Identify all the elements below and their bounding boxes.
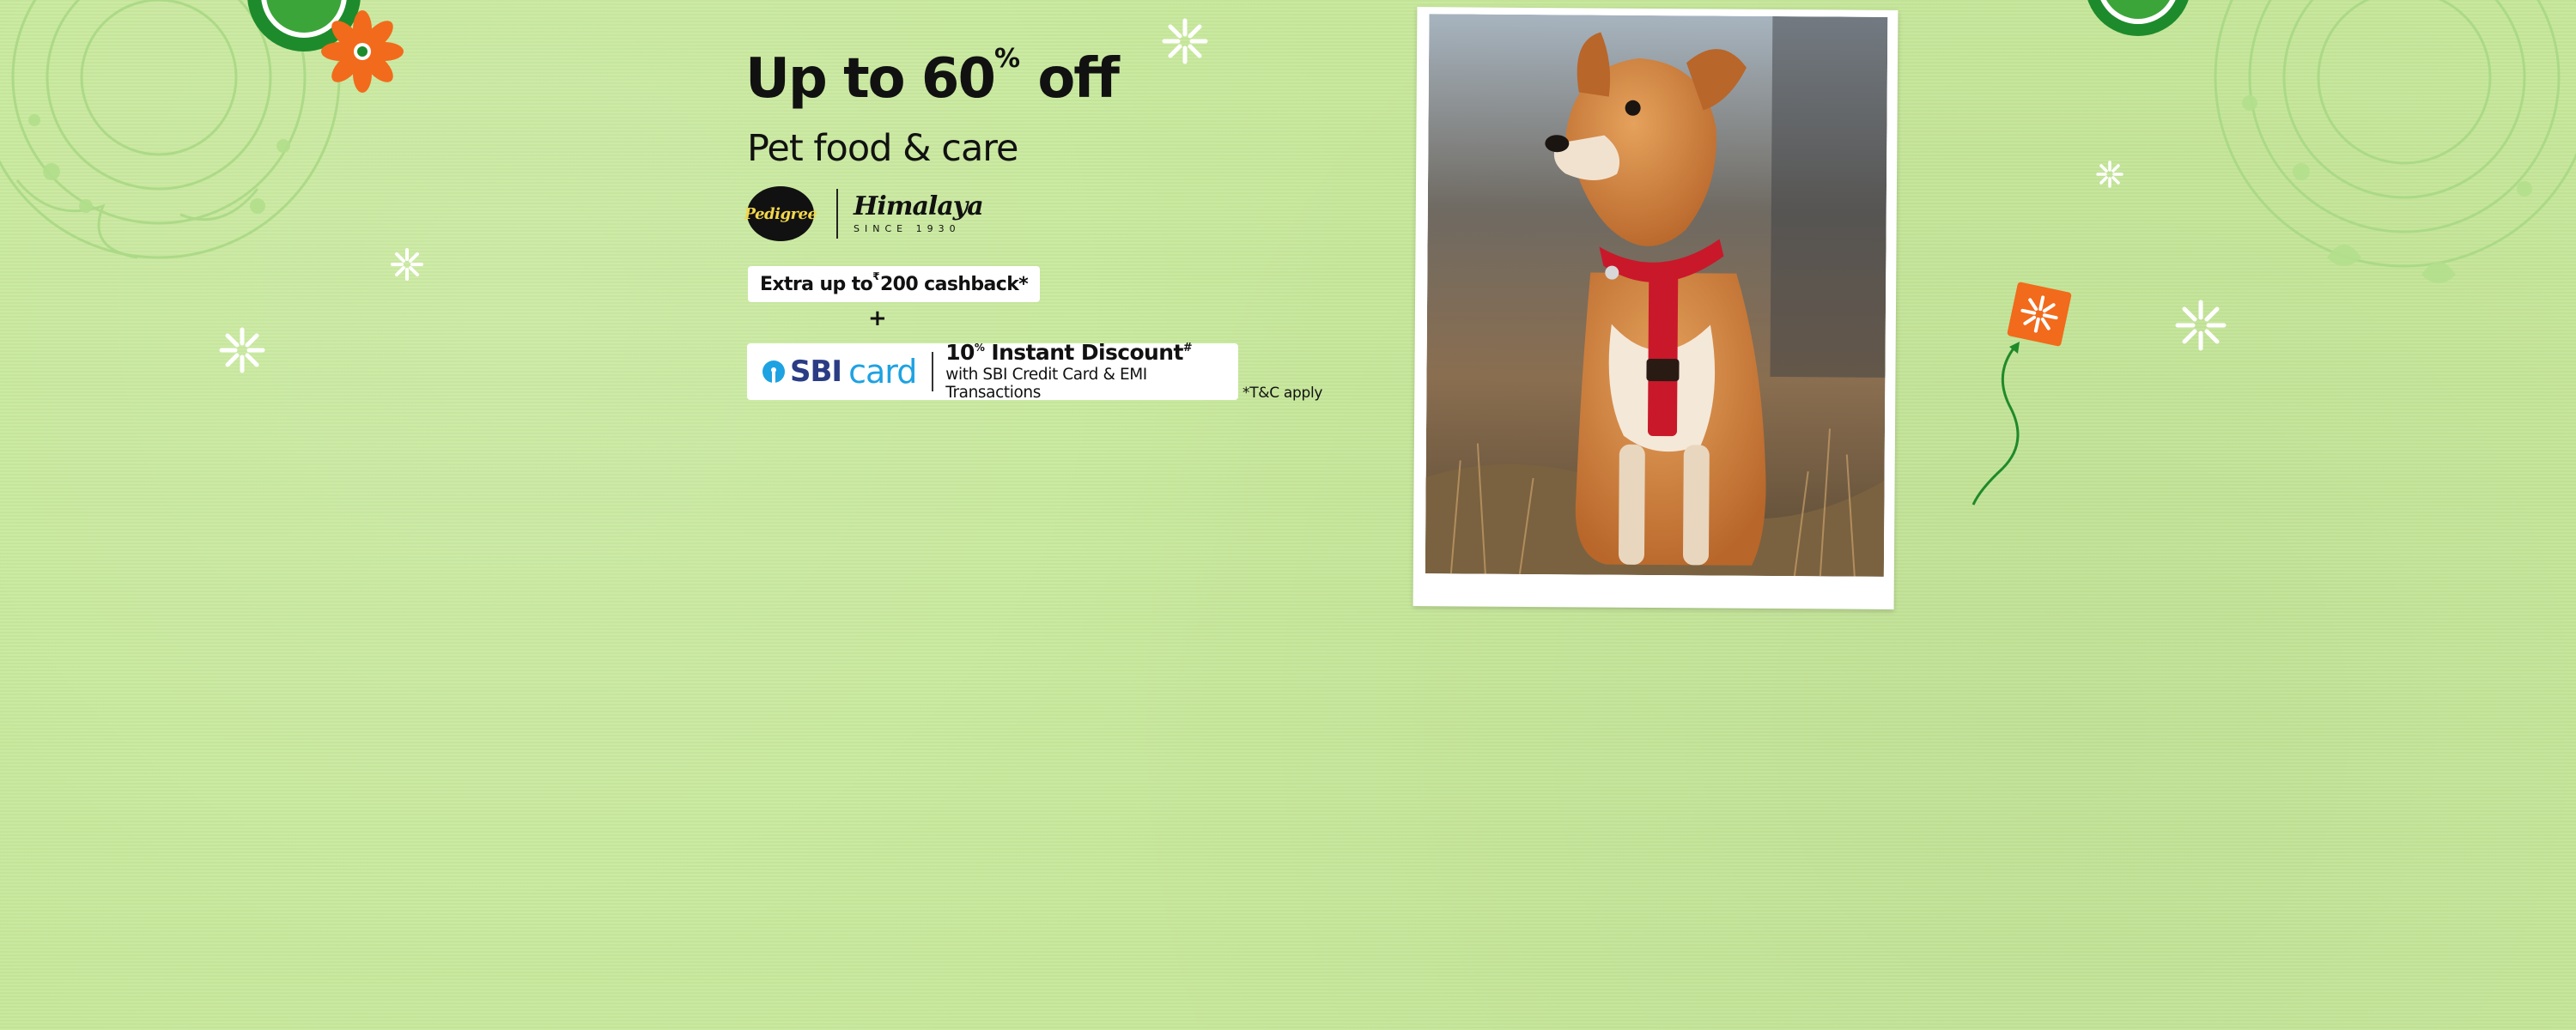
himalaya-logo[interactable]: Himalaya SINCE 1930 (854, 191, 984, 234)
rupee-symbol: ₹ (872, 270, 879, 282)
headline: Up to 60% off (745, 46, 1120, 107)
mandala-right-icon (2214, 0, 2576, 283)
himalaya-logo-text: Himalaya (854, 191, 984, 221)
subtitle: Pet food & care (747, 127, 1018, 170)
flower-icon (321, 10, 404, 93)
pedigree-logo[interactable]: Pedigree (744, 186, 817, 241)
sparkle-icon (391, 248, 423, 281)
discount-value: 10 (945, 339, 975, 365)
pedigree-logo-text: Pedigree (744, 204, 817, 223)
headline-off: off (1020, 47, 1120, 111)
terms-note: *T&C apply (1242, 385, 1323, 402)
sparkle-icon (1162, 18, 1208, 64)
discount-mark: # (1182, 341, 1193, 354)
sparkle-icon (2096, 161, 2123, 188)
cashback-prefix: Extra up to (760, 273, 873, 295)
himalaya-since-text: SINCE 1930 (854, 222, 961, 234)
sbi-logo-text: SBI (790, 354, 842, 389)
cashback-amount: 200 cashback* (879, 273, 1029, 295)
brand-divider (836, 189, 838, 239)
discount-percent-symbol: % (974, 341, 985, 354)
cashback-badge: Extra up to ₹ 200 cashback* (748, 266, 1041, 302)
sbi-card-logo: SBI card (762, 353, 917, 391)
sbi-card-text: card (848, 353, 917, 391)
sbi-keyhole-icon (762, 360, 785, 383)
dog-photo-frame (1413, 7, 1899, 609)
rosette-right-icon (2087, 0, 2189, 36)
kite-icon (1971, 282, 2072, 506)
sbi-offer-banner[interactable]: SBI card 10% Instant Discount# with SBI … (747, 339, 1238, 403)
discount-subtext: with SBI Credit Card & EMI Transactions (945, 366, 1147, 403)
dog-photo (1425, 14, 1888, 577)
sparkle-icon (2175, 300, 2227, 351)
instant-discount-line: 10% Instant Discount# (945, 339, 1238, 365)
headline-main: Up to 60 (745, 47, 996, 111)
plus-sign: + (868, 306, 887, 331)
sparkle-icon (219, 327, 265, 373)
discount-label: Instant Discount (984, 339, 1183, 365)
sbi-offer-text: 10% Instant Discount# with SBI Credit Ca… (945, 339, 1238, 403)
brand-logos: Pedigree Himalaya SINCE 1930 (744, 185, 984, 242)
headline-percent: % (993, 44, 1021, 74)
sbi-divider (932, 352, 934, 391)
